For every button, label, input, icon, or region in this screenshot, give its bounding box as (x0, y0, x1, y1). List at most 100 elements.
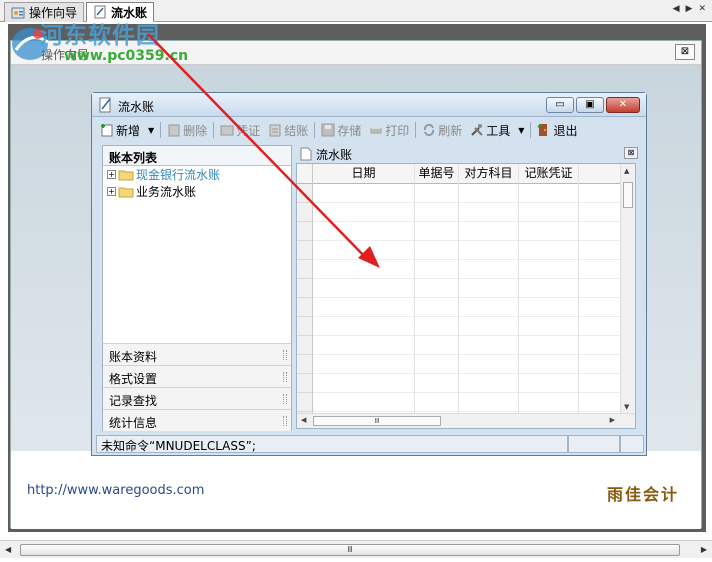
scroll-down-icon[interactable]: ▼ (624, 403, 629, 411)
add-dropdown-chevron-icon[interactable]: ▼ (148, 126, 154, 135)
voucher-button[interactable]: 凭证 (216, 120, 264, 140)
pane-options-icon[interactable]: ⊠ (624, 147, 638, 159)
toolbar-separator (314, 122, 316, 138)
refresh-icon (422, 123, 436, 137)
brand-logo-text: 雨佳会计 (606, 485, 679, 504)
column-header-counter-account[interactable]: 对方科目 (459, 164, 519, 184)
tools-label: 工具 (486, 123, 511, 138)
tree-item-label: 业务流水账 (136, 185, 197, 199)
ledger-toolbar: 新增 ▼ 删除 凭证 结账 存储 打印 刷新 工具 ▼ 退出 (96, 119, 644, 141)
maximize-button[interactable]: ▣ (576, 97, 604, 113)
column-header-date[interactable]: 日期 (313, 164, 415, 184)
scroll-left-icon[interactable]: ◀ (5, 545, 11, 554)
watermark-url: www.pc0359.cn (64, 48, 189, 64)
grid-vertical-scrollbar[interactable]: ▲ ▼ (620, 164, 635, 414)
ledger-window-titlebar[interactable]: 流水账 ▭ ▣ ✕ (92, 93, 646, 117)
grid-corner (297, 164, 313, 184)
tab-scroll-right-icon[interactable]: ▶ (686, 4, 693, 14)
close-account-button[interactable]: 结账 (264, 120, 312, 140)
main-hscroll-thumb[interactable]: Ⅲ (20, 544, 680, 556)
save-label: 存储 (337, 123, 362, 138)
add-icon (100, 123, 114, 137)
scroll-left-icon[interactable]: ◀ (301, 416, 306, 424)
exit-button[interactable]: 退出 (533, 120, 581, 140)
tab-close-icon[interactable]: ✕ (698, 4, 706, 14)
main-horizontal-scrollbar[interactable]: ◀ Ⅲ ▶ (0, 540, 712, 558)
add-button[interactable]: 新增 ▼ (96, 120, 158, 140)
expand-icon[interactable]: + (107, 187, 116, 196)
toolbar-separator (160, 122, 162, 138)
document-icon (300, 147, 312, 161)
close-button[interactable]: ✕ (606, 97, 640, 113)
close-account-icon (268, 123, 282, 137)
nav-item-record-search[interactable]: 记录查找 (103, 387, 291, 409)
ledger-grid-body: 日期 单据号 对方科目 记账凭证 (297, 164, 621, 414)
tab-scroll-buttons: ◀ ▶ ✕ (673, 4, 706, 14)
minimize-button[interactable]: ▭ (546, 97, 574, 113)
refresh-label: 刷新 (438, 123, 463, 138)
grid-hscroll-thumb[interactable]: Ⅲ (313, 416, 441, 426)
refresh-button[interactable]: 刷新 (418, 120, 466, 140)
toolbar-separator (213, 122, 215, 138)
save-icon (321, 123, 335, 137)
voucher-label: 凭证 (236, 123, 261, 138)
column-header-voucher[interactable]: 记账凭证 (519, 164, 579, 184)
status-bar: 未知命令“MNUDELCLASS”; (96, 435, 644, 453)
grid-rows (313, 164, 621, 414)
tab-scroll-left-icon[interactable]: ◀ (673, 4, 680, 14)
status-cell-3 (620, 435, 644, 453)
print-icon (369, 123, 383, 137)
expand-icon[interactable]: + (107, 170, 116, 179)
status-message: 未知命令“MNUDELCLASS”; (96, 435, 568, 453)
tree-item-cash-bank[interactable]: + 现金银行流水账 (103, 166, 291, 183)
exit-label: 退出 (553, 123, 578, 138)
status-cell-2 (568, 435, 620, 453)
account-list-header: 账本列表 (103, 146, 291, 166)
toolbar-separator (530, 122, 532, 138)
scroll-right-icon[interactable]: ▶ (701, 545, 707, 554)
toolbar-separator (415, 122, 417, 138)
grid-horizontal-scrollbar[interactable]: ◀ Ⅲ ▶ (297, 413, 635, 428)
tools-icon (470, 123, 484, 137)
grid-vscroll-thumb[interactable] (623, 182, 633, 208)
column-header-doc-no[interactable]: 单据号 (415, 164, 459, 184)
row-header-column (297, 184, 313, 414)
ledger-window: 流水账 ▭ ▣ ✕ 新增 ▼ 删除 凭证 结账 存储 打印 刷新 工具 ▼ 退出… (91, 92, 647, 456)
exit-icon (537, 123, 551, 137)
folder-icon (118, 169, 134, 181)
scroll-up-icon[interactable]: ▲ (624, 167, 629, 175)
delete-icon (167, 123, 181, 137)
website-link[interactable]: http://www.waregoods.com (27, 483, 204, 498)
account-list-pane: 账本列表 + 现金银行流水账 + 业务流水账 账本资料 格式设置 记录查找 统计… (102, 145, 292, 431)
tree-item-business[interactable]: + 业务流水账 (103, 183, 291, 200)
scroll-right-icon[interactable]: ▶ (610, 416, 615, 424)
folder-icon (118, 186, 134, 198)
column-header-extra (579, 164, 621, 184)
delete-button[interactable]: 删除 (163, 120, 211, 140)
save-button[interactable]: 存储 (317, 120, 365, 140)
wizard-panel-footer: http://www.waregoods.com 雨佳会计 (11, 451, 701, 529)
nav-item-statistics[interactable]: 统计信息 (103, 409, 291, 431)
print-label: 打印 (385, 123, 410, 138)
tools-dropdown-chevron-icon[interactable]: ▼ (518, 126, 524, 135)
nav-item-format-settings[interactable]: 格式设置 (103, 365, 291, 387)
delete-label: 删除 (183, 123, 208, 138)
print-button[interactable]: 打印 (365, 120, 413, 140)
watermark-title: 河东软件园 (40, 23, 160, 49)
close-account-label: 结账 (284, 123, 309, 138)
grid-header-row: 日期 单据号 对方科目 记账凭证 (297, 164, 621, 184)
nav-item-account-info[interactable]: 账本资料 (103, 343, 291, 365)
ledger-grid[interactable]: 日期 单据号 对方科目 记账凭证 ▲ ▼ ◀ Ⅲ ▶ (296, 163, 636, 429)
ledger-pane-header: 流水账 ⊠ (296, 145, 640, 163)
ledger-pane-title: 流水账 (316, 147, 353, 162)
tools-button[interactable]: 工具 ▼ (466, 120, 528, 140)
ledger-pane: 流水账 ⊠ 日期 单据号 对方科目 记账凭证 ▲ ▼ ◀ Ⅲ ▶ (296, 145, 640, 431)
account-nav-list: 账本资料 格式设置 记录查找 统计信息 (103, 343, 291, 431)
wizard-panel-close-button[interactable]: ⊠ (675, 44, 695, 60)
wizard-icon (11, 6, 25, 20)
tree-item-label: 现金银行流水账 (136, 168, 221, 182)
ledger-window-icon (99, 97, 113, 113)
ledger-window-title: 流水账 (118, 100, 155, 114)
voucher-icon (220, 123, 234, 137)
add-label: 新增 (116, 123, 141, 138)
